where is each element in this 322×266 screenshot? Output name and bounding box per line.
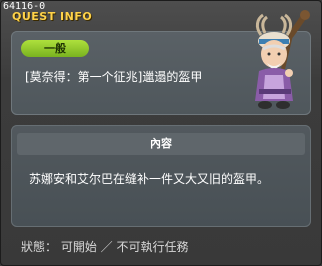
window-title: QUEST INFO bbox=[12, 10, 93, 23]
quest-status: 狀態： 可開始 ／ 不可執行任務 bbox=[21, 240, 189, 254]
npc-portrait-icon bbox=[255, 10, 310, 109]
quest-info-window: 64116-0 QUEST INFO 一般 [莫奈得：第一个征兆]邋遢的盔甲 內… bbox=[0, 0, 322, 266]
content-header: 內容 bbox=[17, 133, 305, 155]
quest-description: 苏娜安和艾尔巴在缝补一件又大又旧的盔甲。 bbox=[29, 172, 270, 186]
quest-content-panel: 內容 苏娜安和艾尔巴在缝补一件又大又旧的盔甲。 bbox=[11, 125, 311, 227]
quest-name: [莫奈得：第一个征兆]邋遢的盔甲 bbox=[25, 70, 203, 84]
quest-header-panel: 一般 [莫奈得：第一个征兆]邋遢的盔甲 bbox=[11, 10, 311, 115]
quest-category-badge: 一般 bbox=[21, 40, 89, 57]
